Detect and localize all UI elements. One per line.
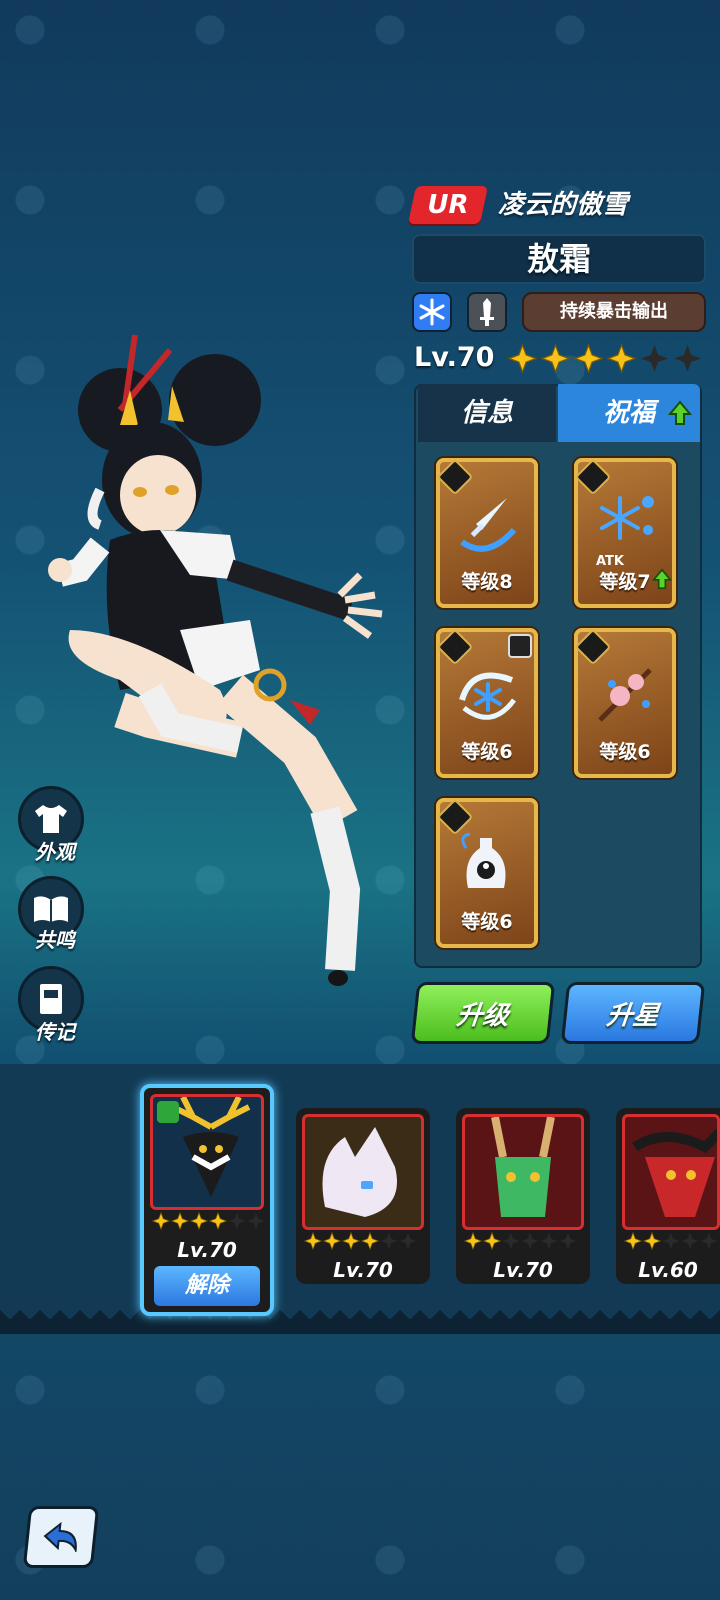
star-filled-icon bbox=[360, 1231, 380, 1254]
frost-swirl-icon bbox=[459, 672, 517, 720]
star-filled-icon bbox=[189, 1211, 209, 1234]
journal-icon bbox=[40, 984, 62, 1014]
star-filled-icon bbox=[507, 343, 538, 377]
hero-stars bbox=[507, 343, 702, 377]
star-empty-icon bbox=[681, 1232, 699, 1254]
blessing-card-snowflake-atk[interactable]: ATK 等级7 bbox=[574, 458, 676, 608]
blessing-card-yin-yang-vase[interactable]: 等级6 bbox=[436, 798, 538, 948]
tab-blessing[interactable]: 祝福 bbox=[558, 384, 700, 442]
star-empty-icon bbox=[540, 1232, 558, 1254]
roster-spike-border bbox=[0, 1306, 720, 1334]
release-button[interactable]: 解除 bbox=[154, 1266, 260, 1306]
star-filled-icon bbox=[463, 1231, 483, 1254]
pet-level: Lv.60 bbox=[638, 1258, 698, 1282]
star-empty-icon bbox=[399, 1232, 417, 1254]
blessing-level: 等级6 bbox=[461, 911, 513, 933]
star-empty-icon bbox=[521, 1232, 539, 1254]
pet-stars bbox=[303, 1231, 417, 1254]
pet-level: Lv.70 bbox=[177, 1238, 237, 1262]
star-filled-icon bbox=[151, 1211, 171, 1234]
pet-level: Lv.70 bbox=[333, 1258, 393, 1282]
hero-name: 敖霜 bbox=[526, 240, 591, 278]
biography-label: 传记 bbox=[35, 1020, 75, 1044]
yin-yang-vase-icon bbox=[461, 832, 506, 888]
pet-card[interactable]: Lv.70 bbox=[456, 1108, 590, 1284]
star-empty-icon bbox=[228, 1212, 246, 1234]
upgrade-arrow-icon bbox=[652, 568, 672, 589]
star-empty-icon bbox=[700, 1232, 718, 1254]
ice-element-icon[interactable] bbox=[412, 292, 452, 332]
blessing-level: 等级6 bbox=[599, 741, 651, 763]
star-filled-icon bbox=[303, 1231, 323, 1254]
star-filled-icon bbox=[170, 1211, 190, 1234]
shirt-icon bbox=[35, 805, 67, 833]
star-empty-icon bbox=[247, 1212, 265, 1234]
tab-info[interactable]: 信息 bbox=[418, 384, 556, 442]
star-empty-icon bbox=[380, 1232, 398, 1254]
back-button[interactable] bbox=[22, 1506, 100, 1568]
star-filled-icon bbox=[341, 1231, 361, 1254]
blessing-level: 等级6 bbox=[461, 741, 513, 763]
rarity-badge: UR bbox=[407, 186, 489, 224]
hero-level: Lv.70 bbox=[414, 342, 495, 373]
pet-card[interactable]: Lv.70 bbox=[296, 1108, 430, 1284]
handshake-icon bbox=[508, 634, 532, 658]
blessing-card-plum-blossom[interactable]: 等级6 bbox=[574, 628, 676, 778]
pet-stars bbox=[463, 1231, 577, 1254]
blessing-card-frost-swirl[interactable]: 等级6 bbox=[436, 628, 538, 778]
pet-portrait bbox=[462, 1114, 584, 1230]
star-empty-icon bbox=[559, 1232, 577, 1254]
pet-stars bbox=[151, 1211, 265, 1234]
rarity-label: UR bbox=[427, 190, 469, 220]
upgrade-button[interactable]: 升级 bbox=[410, 982, 556, 1044]
tab-info-label: 信息 bbox=[460, 398, 513, 428]
hero-name-bar: 敖霜 bbox=[412, 234, 706, 284]
team-badge-icon bbox=[157, 1101, 179, 1123]
pet-stars bbox=[623, 1231, 720, 1254]
hero-title: 凌云的傲雪 bbox=[498, 190, 629, 220]
plum-blossom-icon bbox=[598, 668, 652, 722]
book-icon bbox=[34, 896, 68, 922]
red-demon-icon bbox=[632, 1127, 717, 1217]
pet-card[interactable]: Lv.60 bbox=[616, 1108, 720, 1284]
star-up-button[interactable]: 升星 bbox=[560, 982, 706, 1044]
star-filled-icon bbox=[208, 1211, 228, 1234]
star-empty-icon bbox=[502, 1232, 520, 1254]
star-filled-icon bbox=[540, 343, 571, 377]
back-arrow-icon bbox=[43, 1522, 77, 1552]
star-empty-icon bbox=[673, 344, 702, 377]
snowflake-atk-icon bbox=[600, 496, 654, 540]
pet-level: Lv.70 bbox=[493, 1258, 553, 1282]
role-tag: 持续暴击输出 bbox=[522, 292, 706, 332]
pet-portrait bbox=[622, 1114, 720, 1230]
star-filled-icon bbox=[322, 1231, 342, 1254]
star-empty-icon bbox=[640, 344, 669, 377]
blessing-card-ice-sword[interactable]: 等级8 bbox=[436, 458, 538, 608]
upgrade-arrow-icon bbox=[668, 400, 692, 425]
star-filled-icon bbox=[623, 1231, 643, 1254]
star-empty-icon bbox=[662, 1232, 680, 1254]
pet-card-selected[interactable]: Lv.70 解除 bbox=[140, 1084, 274, 1316]
blessing-level: 等级8 bbox=[461, 571, 513, 593]
star-filled-icon bbox=[482, 1231, 502, 1254]
pet-portrait bbox=[302, 1114, 424, 1230]
pet-portrait bbox=[150, 1094, 264, 1210]
resonance-label: 共鸣 bbox=[35, 928, 75, 952]
green-dragon-icon bbox=[491, 1117, 555, 1217]
ice-sword-icon bbox=[460, 498, 517, 552]
tab-blessing-label: 祝福 bbox=[602, 398, 655, 428]
star-filled-icon bbox=[573, 343, 604, 377]
star-filled-icon bbox=[606, 343, 637, 377]
white-fox-icon bbox=[322, 1127, 397, 1217]
star-filled-icon bbox=[642, 1231, 662, 1254]
appearance-label: 外观 bbox=[35, 840, 75, 864]
sword-class-icon[interactable] bbox=[467, 292, 507, 332]
